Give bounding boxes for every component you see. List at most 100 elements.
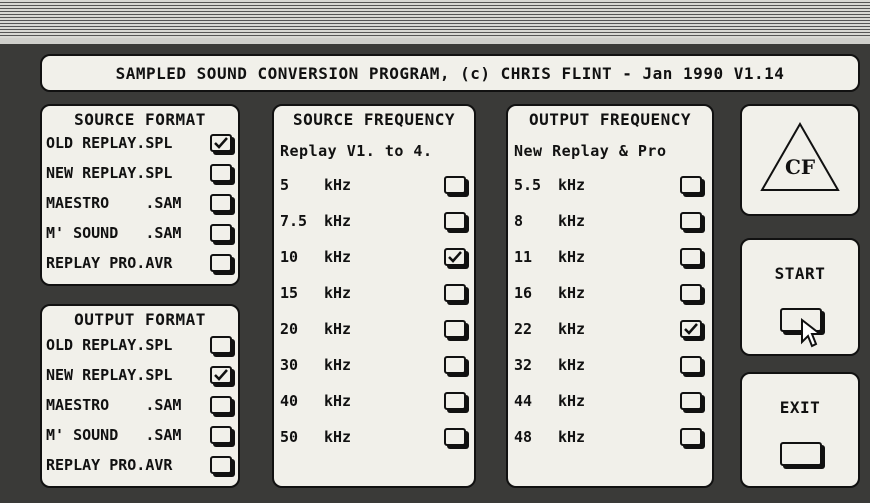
output-format-checkbox[interactable] bbox=[210, 456, 232, 474]
exit-label: EXIT bbox=[779, 398, 821, 417]
output-frequency-row[interactable]: 32 kHz bbox=[508, 352, 712, 378]
mouse-pointer-icon bbox=[801, 318, 822, 348]
source-frequency-checkbox[interactable] bbox=[444, 356, 466, 374]
output-frequency-checkbox[interactable] bbox=[680, 428, 702, 446]
frequency-unit: kHz bbox=[324, 356, 352, 374]
output-frequency-row[interactable]: 16 kHz bbox=[508, 280, 712, 306]
format-label: REPLAY PRO.AVR bbox=[46, 456, 173, 474]
source-frequency-subheading: Replay V1. to 4. bbox=[280, 142, 433, 160]
checkmark-icon bbox=[214, 369, 228, 381]
frequency-value: 44 bbox=[514, 392, 533, 410]
output-format-row[interactable]: MAESTRO .SAM bbox=[42, 392, 238, 418]
frequency-value: 7.5 bbox=[280, 212, 308, 230]
source-frequency-row[interactable]: 20 kHz bbox=[274, 316, 474, 342]
frequency-value: 20 bbox=[280, 320, 299, 338]
frequency-value: 16 bbox=[514, 284, 533, 302]
output-frequency-row[interactable]: 8 kHz bbox=[508, 208, 712, 234]
frequency-unit: kHz bbox=[558, 356, 586, 374]
output-format-panel: OUTPUT FORMAT OLD REPLAY.SPL NEW REPLAY.S… bbox=[40, 304, 240, 488]
exit-button[interactable]: EXIT bbox=[740, 372, 860, 488]
source-frequency-row[interactable]: 5 kHz bbox=[274, 172, 474, 198]
format-label: OLD REPLAY.SPL bbox=[46, 134, 173, 152]
source-format-row[interactable]: REPLAY PRO.AVR bbox=[42, 250, 238, 276]
frequency-unit: kHz bbox=[324, 320, 352, 338]
output-format-row[interactable]: M' SOUND .SAM bbox=[42, 422, 238, 448]
source-frequency-row[interactable]: 30 kHz bbox=[274, 352, 474, 378]
source-format-checkbox[interactable] bbox=[210, 254, 232, 272]
exit-button-box[interactable] bbox=[780, 442, 822, 466]
svg-text:CF: CF bbox=[785, 155, 815, 179]
source-frequency-row[interactable]: 7.5 kHz bbox=[274, 208, 474, 234]
source-frequency-row[interactable]: 50 kHz bbox=[274, 424, 474, 450]
source-format-checkbox[interactable] bbox=[210, 164, 232, 182]
output-format-checkbox[interactable] bbox=[210, 366, 232, 384]
format-label: MAESTRO .SAM bbox=[46, 194, 182, 212]
frequency-unit: kHz bbox=[324, 284, 352, 302]
source-frequency-checkbox[interactable] bbox=[444, 248, 466, 266]
source-frequency-panel: SOURCE FREQUENCY Replay V1. to 4. 5 kHz 7.… bbox=[272, 104, 476, 488]
output-format-heading: OUTPUT FORMAT bbox=[74, 310, 206, 329]
window-titlebar[interactable] bbox=[0, 0, 870, 38]
frequency-value: 30 bbox=[280, 356, 299, 374]
source-frequency-row[interactable]: 15 kHz bbox=[274, 280, 474, 306]
frequency-unit: kHz bbox=[324, 392, 352, 410]
frequency-value: 10 bbox=[280, 248, 299, 266]
source-frequency-checkbox[interactable] bbox=[444, 176, 466, 194]
source-frequency-checkbox[interactable] bbox=[444, 320, 466, 338]
source-frequency-checkbox[interactable] bbox=[444, 428, 466, 446]
start-label: START bbox=[774, 264, 826, 283]
frequency-value: 11 bbox=[514, 248, 533, 266]
output-frequency-heading: OUTPUT FREQUENCY bbox=[528, 110, 692, 129]
frequency-unit: kHz bbox=[558, 428, 586, 446]
source-frequency-checkbox[interactable] bbox=[444, 392, 466, 410]
output-frequency-checkbox[interactable] bbox=[680, 320, 702, 338]
output-frequency-row[interactable]: 11 kHz bbox=[508, 244, 712, 270]
source-format-checkbox[interactable] bbox=[210, 194, 232, 212]
output-format-row[interactable]: OLD REPLAY.SPL bbox=[42, 332, 238, 358]
checkmark-icon bbox=[214, 137, 228, 149]
source-format-row[interactable]: OLD REPLAY.SPL bbox=[42, 130, 238, 156]
format-label: NEW REPLAY.SPL bbox=[46, 164, 173, 182]
output-frequency-checkbox[interactable] bbox=[680, 284, 702, 302]
frequency-unit: kHz bbox=[558, 392, 586, 410]
frequency-value: 15 bbox=[280, 284, 299, 302]
output-frequency-row[interactable]: 5.5 kHz bbox=[508, 172, 712, 198]
frequency-value: 5 bbox=[280, 176, 290, 194]
titlebar-strip bbox=[0, 38, 870, 44]
output-frequency-checkbox[interactable] bbox=[680, 176, 702, 194]
output-frequency-row[interactable]: 44 kHz bbox=[508, 388, 712, 414]
source-frequency-row[interactable]: 40 kHz bbox=[274, 388, 474, 414]
source-format-checkbox[interactable] bbox=[210, 224, 232, 242]
output-format-checkbox[interactable] bbox=[210, 336, 232, 354]
start-button[interactable]: START bbox=[740, 238, 860, 356]
source-frequency-row[interactable]: 10 kHz bbox=[274, 244, 474, 270]
output-frequency-checkbox[interactable] bbox=[680, 356, 702, 374]
program-title: SAMPLED SOUND CONVERSION PROGRAM, (c) CH… bbox=[115, 63, 785, 83]
output-format-checkbox[interactable] bbox=[210, 396, 232, 414]
source-format-heading: SOURCE FORMAT bbox=[74, 110, 206, 129]
source-format-row[interactable]: M' SOUND .SAM bbox=[42, 220, 238, 246]
output-frequency-panel: OUTPUT FREQUENCY New Replay & Pro 5.5 kHz… bbox=[506, 104, 714, 488]
source-frequency-checkbox[interactable] bbox=[444, 212, 466, 230]
frequency-unit: kHz bbox=[558, 176, 586, 194]
frequency-unit: kHz bbox=[324, 248, 352, 266]
frequency-value: 48 bbox=[514, 428, 533, 446]
source-format-checkbox[interactable] bbox=[210, 134, 232, 152]
checkmark-icon bbox=[684, 323, 698, 335]
output-format-row[interactable]: REPLAY PRO.AVR bbox=[42, 452, 238, 478]
source-format-row[interactable]: MAESTRO .SAM bbox=[42, 190, 238, 216]
output-frequency-row[interactable]: 22 kHz bbox=[508, 316, 712, 342]
source-format-row[interactable]: NEW REPLAY.SPL bbox=[42, 160, 238, 186]
frequency-unit: kHz bbox=[324, 212, 352, 230]
format-label: M' SOUND .SAM bbox=[46, 426, 182, 444]
format-label: NEW REPLAY.SPL bbox=[46, 366, 173, 384]
output-frequency-row[interactable]: 48 kHz bbox=[508, 424, 712, 450]
output-frequency-checkbox[interactable] bbox=[680, 212, 702, 230]
output-frequency-checkbox[interactable] bbox=[680, 392, 702, 410]
format-label: OLD REPLAY.SPL bbox=[46, 336, 173, 354]
source-frequency-checkbox[interactable] bbox=[444, 284, 466, 302]
output-frequency-checkbox[interactable] bbox=[680, 248, 702, 266]
output-format-checkbox[interactable] bbox=[210, 426, 232, 444]
frequency-value: 5.5 bbox=[514, 176, 542, 194]
output-format-row[interactable]: NEW REPLAY.SPL bbox=[42, 362, 238, 388]
